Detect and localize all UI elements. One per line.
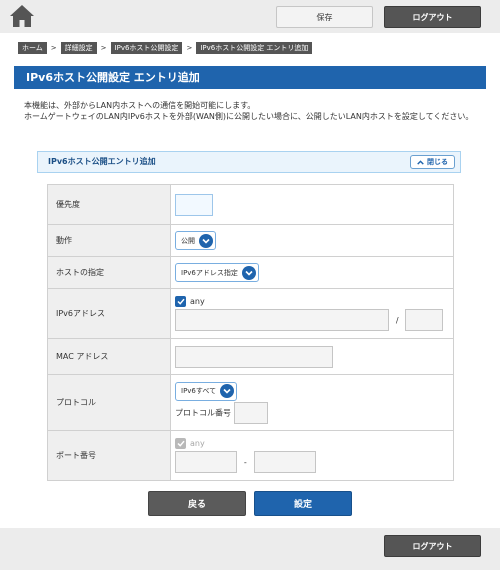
description-line: ホームゲートウェイのLAN内IPv6ホストを外部(WAN側)に公開したい場合に、… xyxy=(24,112,474,121)
breadcrumb-current: IPv6ホスト公開設定 エントリ追加 xyxy=(196,42,313,54)
action-select-value: 公開 xyxy=(181,236,195,245)
host-spec-select[interactable]: IPv6アドレス指定 xyxy=(175,263,259,282)
ipv6-address-input[interactable] xyxy=(175,309,389,331)
close-label: 閉じる xyxy=(427,158,448,166)
ipv6-address-cell: any / xyxy=(170,288,454,339)
logout-button[interactable]: ログアウト xyxy=(384,6,481,28)
mac-address-cell xyxy=(170,338,454,375)
footer-bar: ログアウト xyxy=(0,528,500,570)
breadcrumb: ホーム > 詳細設定 > IPv6ホスト公開設定 > IPv6ホスト公開設定 エ… xyxy=(18,42,313,54)
ipv6-prefix-input[interactable] xyxy=(405,309,444,331)
close-section-button[interactable]: 閉じる xyxy=(410,155,455,169)
home-icon[interactable] xyxy=(9,4,35,28)
form-row-protocol: プロトコル IPv6すべて プロトコル番号 xyxy=(47,374,454,431)
mac-address-label: MAC アドレス xyxy=(47,338,171,375)
form-row-ipv6-address: IPv6アドレス any / xyxy=(47,288,454,339)
chevron-down-icon xyxy=(199,233,213,248)
port-any-checkbox: any xyxy=(175,438,205,449)
form-row-port: ポート番号 any - xyxy=(47,430,454,481)
mac-address-input[interactable] xyxy=(175,345,333,368)
port-from-input[interactable] xyxy=(175,451,237,473)
port-to-input[interactable] xyxy=(253,451,316,473)
prefix-separator: / xyxy=(395,315,399,325)
breadcrumb-separator: > xyxy=(186,44,193,52)
form-row-priority: 優先度 xyxy=(47,184,454,225)
form-row-action: 動作 公開 xyxy=(47,224,454,257)
host-spec-label: ホストの指定 xyxy=(47,256,171,289)
ipv6-any-label: any xyxy=(190,297,205,306)
chevron-down-icon xyxy=(241,265,256,280)
protocol-select[interactable]: IPv6すべて xyxy=(175,381,238,401)
priority-cell xyxy=(170,184,454,225)
host-spec-select-value: IPv6アドレス指定 xyxy=(181,268,238,277)
page-description: 本機能は、外部からLAN内ホストへの通信を開始可能にします。 ホームゲートウェイ… xyxy=(24,100,484,122)
protocol-number-label: プロトコル番号 xyxy=(175,408,231,417)
page-title: IPv6ホスト公開設定 エントリ追加 xyxy=(14,66,486,89)
protocol-number-input[interactable] xyxy=(233,401,268,424)
description-line: 本機能は、外部からLAN内ホストへの通信を開始可能にします。 xyxy=(24,101,256,110)
port-any-label: any xyxy=(190,439,205,448)
chevron-down-icon xyxy=(220,384,235,398)
breadcrumb-home[interactable]: ホーム xyxy=(18,42,47,54)
action-cell: 公開 xyxy=(170,224,454,257)
priority-label: 優先度 xyxy=(47,184,171,225)
footer-logout-button[interactable]: ログアウト xyxy=(384,535,481,557)
entry-form: 優先度 動作 公開 ホストの指定 IPv6アドレス指定 IPv6アドレス any xyxy=(47,184,454,481)
protocol-label: プロトコル xyxy=(47,374,171,431)
port-range-separator: - xyxy=(243,457,247,467)
section-title: IPv6ホスト公開エントリ追加 xyxy=(48,157,156,166)
chevron-up-icon xyxy=(417,159,424,165)
action-label: 動作 xyxy=(47,224,171,257)
port-cell: any - xyxy=(170,430,454,481)
back-button[interactable]: 戻る xyxy=(148,491,246,516)
submit-button[interactable]: 設定 xyxy=(254,491,352,516)
section-header: IPv6ホスト公開エントリ追加 閉じる xyxy=(37,151,461,173)
breadcrumb-separator: > xyxy=(100,44,107,52)
port-label: ポート番号 xyxy=(47,430,171,481)
protocol-cell: IPv6すべて プロトコル番号 xyxy=(170,374,454,431)
checkbox-checked-icon[interactable] xyxy=(175,296,186,307)
checkbox-disabled-icon xyxy=(175,438,186,449)
breadcrumb-advanced-settings[interactable]: 詳細設定 xyxy=(60,42,97,54)
form-row-mac-address: MAC アドレス xyxy=(47,338,454,375)
breadcrumb-ipv6-host-settings[interactable]: IPv6ホスト公開設定 xyxy=(110,42,183,54)
form-row-host-spec: ホストの指定 IPv6アドレス指定 xyxy=(47,256,454,289)
breadcrumb-separator: > xyxy=(50,44,57,52)
action-select[interactable]: 公開 xyxy=(175,231,216,250)
ipv6-address-label: IPv6アドレス xyxy=(47,288,171,339)
save-button[interactable]: 保存 xyxy=(276,6,373,28)
top-header: 保存 ログアウト xyxy=(0,0,500,33)
priority-input[interactable] xyxy=(175,193,213,216)
protocol-select-value: IPv6すべて xyxy=(181,387,217,395)
host-spec-cell: IPv6アドレス指定 xyxy=(170,256,454,289)
ipv6-any-checkbox[interactable]: any xyxy=(175,296,205,307)
